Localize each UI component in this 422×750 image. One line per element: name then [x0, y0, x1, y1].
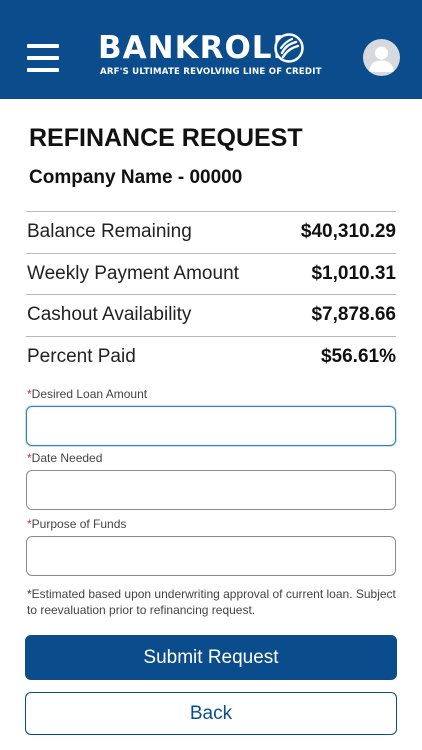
desired-loan-amount-label: *Desired Loan Amount: [27, 387, 148, 401]
stat-value: $56.61%: [320, 345, 396, 367]
app-header: BANKROLL ARF'S ULTIMATE REVOLVING LINE O…: [0, 0, 422, 99]
date-needed-label: *Date Needed: [27, 451, 103, 465]
company-name: Company Name - 00000: [29, 167, 243, 188]
stat-label: Balance Remaining: [27, 221, 192, 242]
loan-summary: Balance Remaining $40,310.29 Weekly Paym…: [26, 211, 396, 377]
user-avatar-icon[interactable]: [363, 39, 400, 76]
purpose-of-funds-input[interactable]: [26, 536, 396, 576]
page-title: REFINANCE REQUEST: [29, 124, 303, 152]
brand-tagline: ARF'S ULTIMATE REVOLVING LINE OF CREDIT: [100, 67, 322, 77]
stat-label: Cashout Availability: [27, 304, 192, 325]
stat-row-balance-remaining: Balance Remaining $40,310.29: [26, 211, 396, 253]
submit-request-button[interactable]: Submit Request: [25, 635, 397, 680]
stat-value: $1,010.31: [311, 262, 396, 284]
hamburger-menu-icon[interactable]: [27, 44, 59, 72]
stat-value: $40,310.29: [300, 221, 396, 242]
logo-swirl-icon: [274, 33, 304, 63]
desired-loan-amount-input[interactable]: [26, 406, 396, 446]
stat-row-percent-paid: Percent Paid $56.61%: [26, 335, 396, 378]
purpose-of-funds-label: *Purpose of Funds: [27, 517, 127, 531]
stat-label: Percent Paid: [27, 345, 136, 367]
stat-label: Weekly Payment Amount: [27, 262, 239, 284]
estimate-disclaimer: *Estimated based upon underwriting appro…: [27, 587, 396, 617]
stat-row-weekly-payment: Weekly Payment Amount $1,010.31: [26, 252, 396, 295]
back-button[interactable]: Back: [25, 692, 397, 735]
date-needed-input[interactable]: [26, 470, 396, 510]
stat-row-cashout-availability: Cashout Availability $7,878.66: [26, 294, 396, 336]
stat-value: $7,878.66: [311, 304, 396, 325]
bankroll-logo: BANKROLL ARF'S ULTIMATE REVOLVING LINE O…: [98, 30, 324, 82]
brand-name: BANKROLL: [98, 30, 294, 66]
